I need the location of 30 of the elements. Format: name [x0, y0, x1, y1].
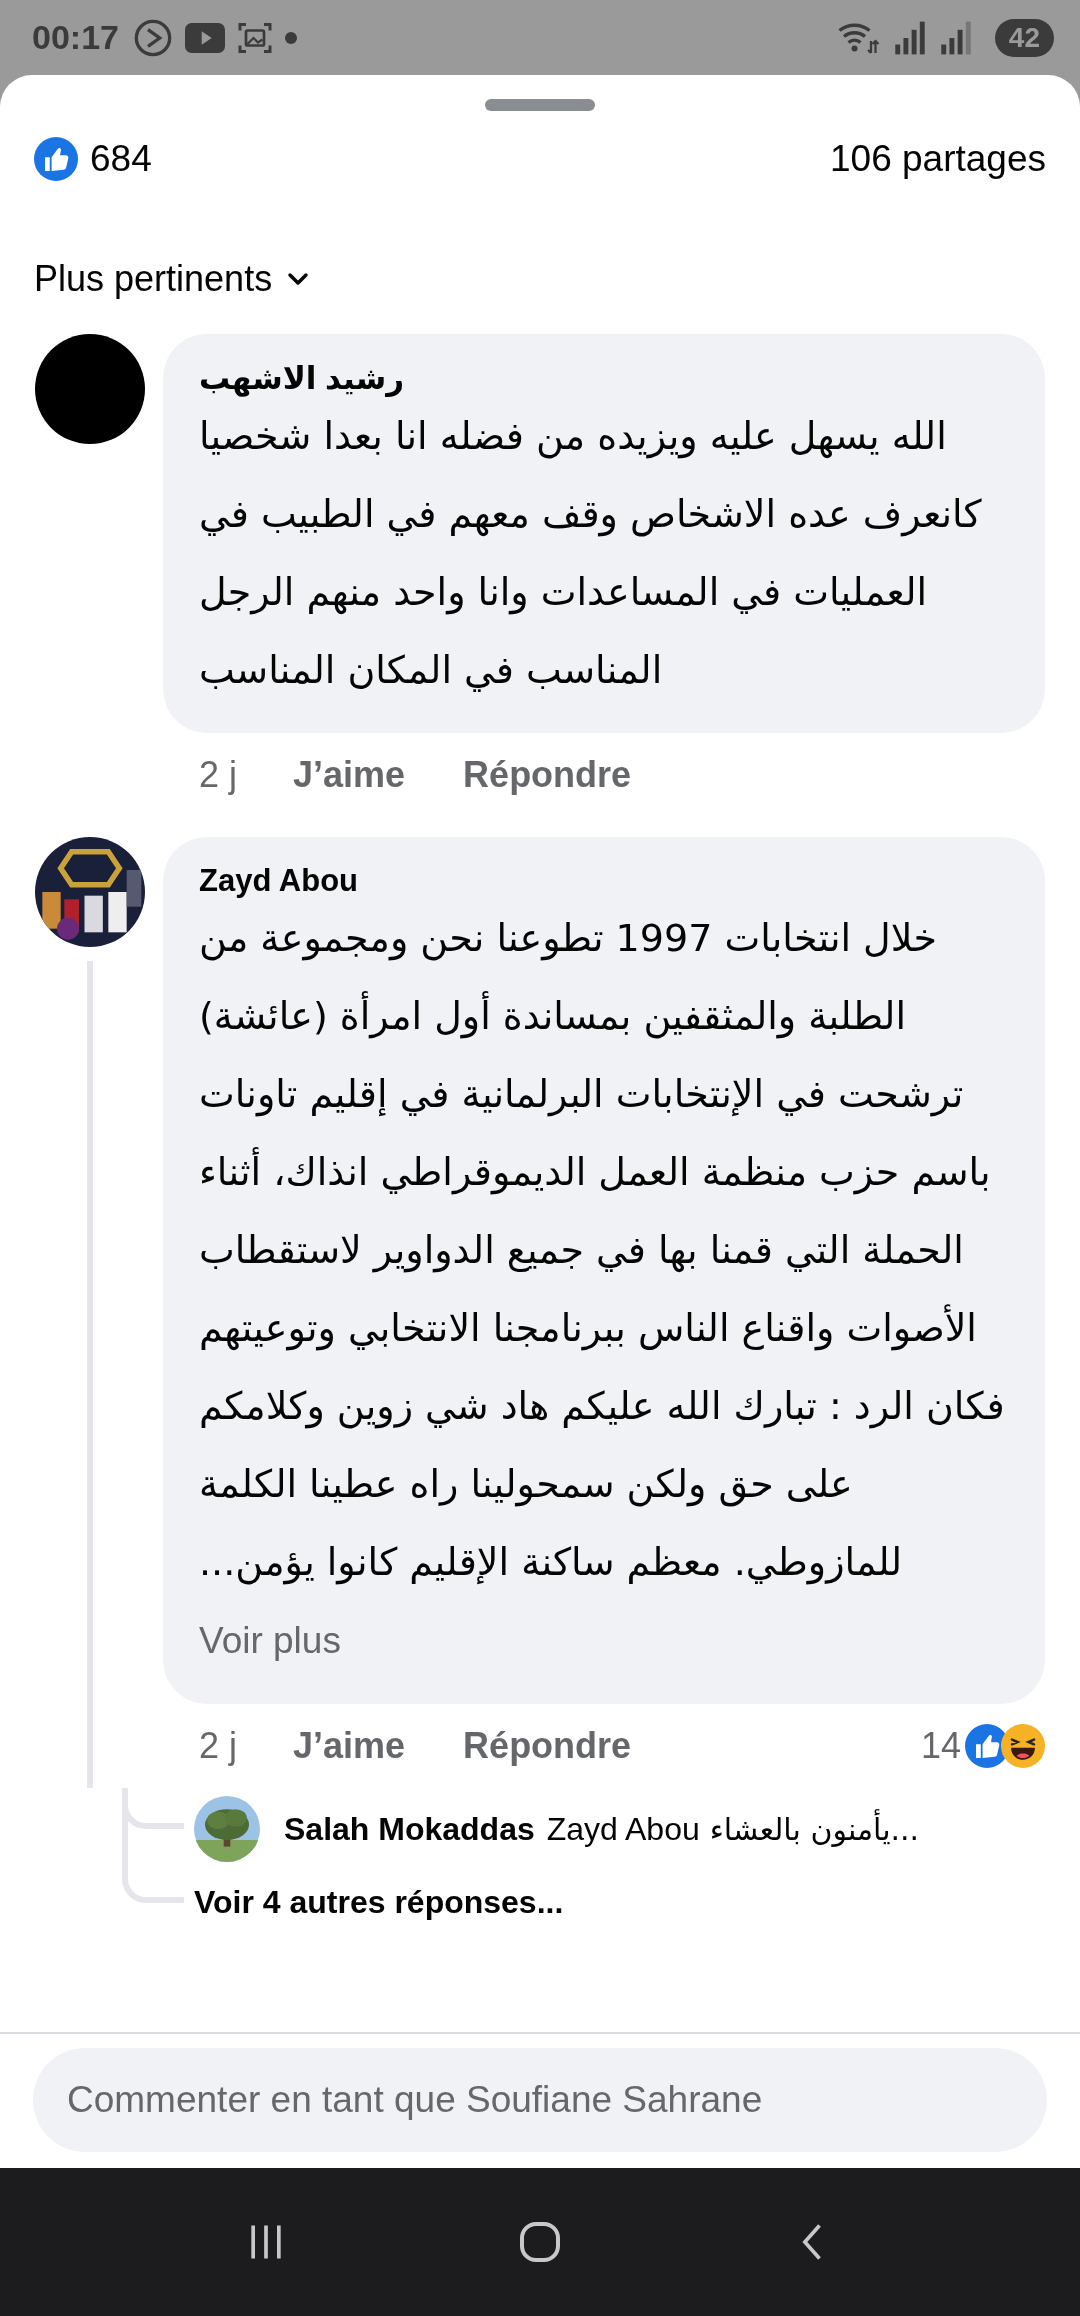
author-name[interactable]: رشيد الاشهب	[199, 360, 1009, 397]
timestamp: 2 j	[199, 754, 238, 796]
see-more-link[interactable]: Voir plus	[199, 1620, 341, 1661]
mention-tag[interactable]: Zayd Abou	[546, 1810, 700, 1848]
clock: 00:17	[32, 18, 119, 57]
thread-connector	[122, 1870, 184, 1903]
comment-field[interactable]: Commenter en tant que Soufiane Sahrane	[33, 2048, 1047, 2152]
drag-handle[interactable]	[485, 99, 595, 111]
signal-icon	[892, 19, 927, 56]
reply-preview[interactable]: يأمنون بالعشاء...	[709, 1811, 920, 1847]
play-circle-icon	[132, 17, 173, 58]
reply-link[interactable]: Répondre	[463, 754, 632, 796]
reply-author[interactable]: Salah Mokaddas	[284, 1810, 535, 1848]
more-replies-link[interactable]: Voir 4 autres réponses...	[184, 1870, 564, 1935]
timestamp: 2 j	[199, 1725, 238, 1767]
video-icon	[184, 22, 225, 53]
notification-dot-icon	[284, 31, 297, 44]
author-name[interactable]: Zayd Abou	[199, 863, 1009, 899]
laughing-emoji-icon	[1001, 1724, 1045, 1768]
like-icon	[34, 137, 78, 181]
like-link[interactable]: J’aime	[293, 1725, 406, 1767]
share-count[interactable]: 106 partages	[830, 138, 1046, 180]
reaction-count[interactable]: 684	[90, 138, 830, 180]
reply-link[interactable]: Répondre	[463, 1725, 632, 1767]
sort-dropdown[interactable]: Plus pertinents	[34, 258, 273, 300]
signal-icon	[938, 19, 973, 56]
comment-text: الله يسهل عليه ويزيده من فضله انا بعدا شخصيا كانعرف عده الاشخاص وقف معهم في الطبيب في العمليات في المساعدات وانا واحد منهم الرجل المناسب في المكان المناسب	[199, 413, 983, 694]
reaction-count[interactable]: 14	[920, 1725, 961, 1767]
battery-level: 42	[994, 18, 1054, 57]
like-link[interactable]: J’aime	[293, 754, 406, 796]
